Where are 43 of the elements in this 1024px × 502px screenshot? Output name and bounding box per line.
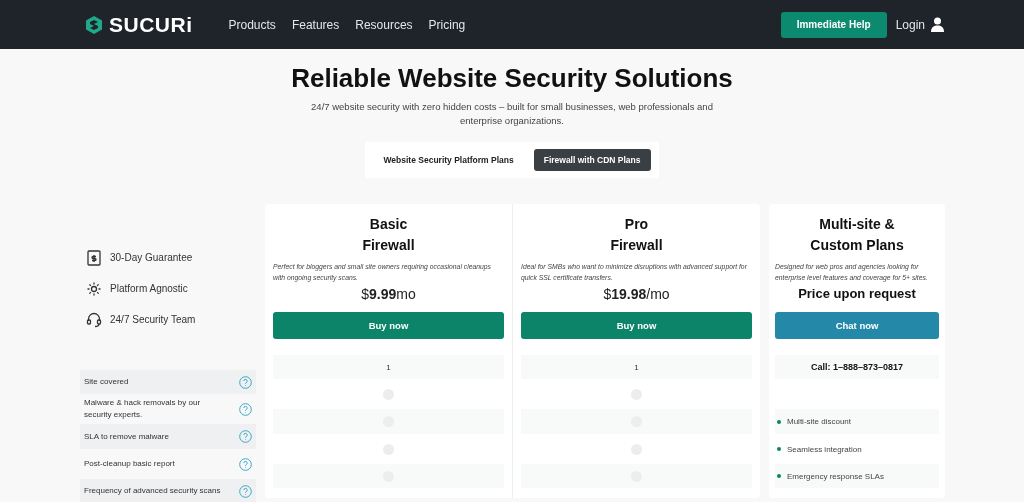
feature-label: Frequency of advanced security scans [84,485,221,497]
table-cell: 1 [521,355,752,379]
help-icon[interactable] [239,484,252,498]
buy-button[interactable]: Buy now [521,312,752,339]
nav-link[interactable]: Resources [355,17,413,32]
nav-link[interactable]: Features [291,17,340,32]
guarantee-label: 30-Day Guarantee [110,252,193,263]
logo-icon [84,14,104,35]
feature-label: Post-cleanup basic report [84,458,175,470]
feature-label: Malware & hack removals by our security experts. [84,397,202,421]
help-icon[interactable] [239,402,252,416]
table-cell: 1 [273,355,504,379]
feature-bullet: Seamless integration [777,444,862,454]
page-subtitle: 24/7 website security with zero hidden costs – built for small businesses, web professionals and enterprise organizations. [310,100,714,128]
money-back-icon [86,248,102,267]
page-title: Reliable Website Security Solutions [291,63,733,94]
logo[interactable]: SUCURi [84,12,193,37]
price: $9.99mo [361,286,416,304]
user-icon [931,17,944,32]
plan-name: Multi-site & Custom Plans [810,215,904,255]
price: $19.98/mo [603,286,670,304]
feature-bullet: Multi-site discount [777,417,852,426]
feature-bullet: Emergency response SLAs [777,471,884,481]
price: Price upon request [798,286,916,303]
headset-icon [86,311,102,328]
plan-tab[interactable]: Firewall with CDN Plans [533,149,651,171]
buy-button[interactable]: Buy now [273,312,504,339]
help-icon[interactable] [239,430,252,443]
help-icon[interactable] [239,375,252,389]
help-button[interactable]: Immediate Help [780,11,887,38]
plan-tab[interactable]: Website Security Platform Plans [373,149,524,171]
guarantee-label: Platform Agnostic [110,283,188,294]
login-link[interactable]: Login [895,17,944,32]
nav-link[interactable]: Products [228,17,276,32]
feature-label: SLA to remove malware [84,430,169,443]
help-icon[interactable] [239,457,252,471]
guarantee-label: 24/7 Security Team [110,314,196,325]
nav-link[interactable]: Pricing [428,17,466,32]
chat-button[interactable]: Chat now [775,312,939,339]
phone-number: Call: 1–888–873–0817 [775,355,939,379]
feature-label: Site covered [84,376,129,388]
plan-name: Basic Firewall [362,215,415,255]
plan-name: Pro Firewall [610,215,663,255]
